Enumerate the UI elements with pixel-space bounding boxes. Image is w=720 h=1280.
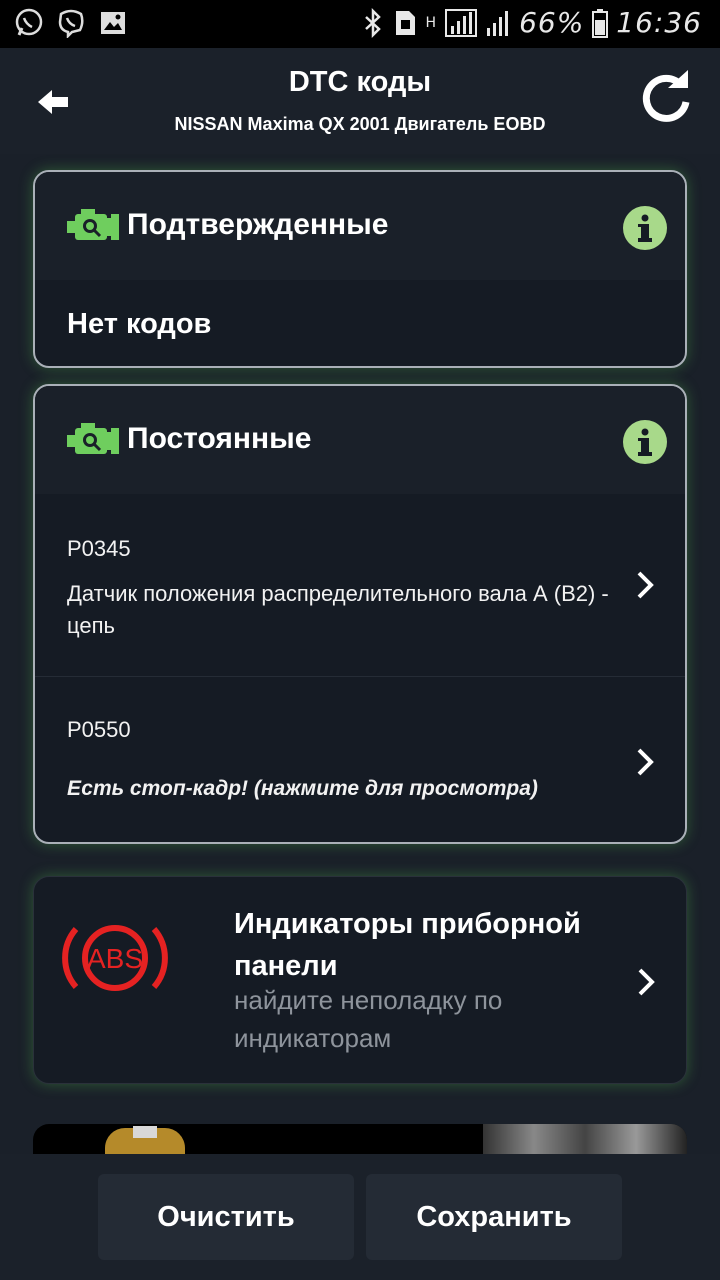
- network-type: H: [425, 14, 438, 31]
- card-header: Подтвержденные: [35, 172, 685, 280]
- chevron-right-icon: [637, 571, 654, 599]
- abs-warning-icon: ABS: [62, 925, 168, 991]
- chevron-right-icon: [638, 968, 655, 996]
- empty-state-text: Нет кодов: [67, 308, 212, 340]
- whatsapp-icon: [15, 8, 43, 36]
- viber-icon: [58, 9, 84, 38]
- app-bar: DTC коды NISSAN Maxima QX 2001 Двигатель…: [0, 48, 720, 154]
- dtc-code: P0345: [67, 536, 131, 561]
- sim-icon: [395, 10, 415, 35]
- card-subtitle: найдите неполадку по индикаторам: [234, 985, 503, 1053]
- banner-part: [483, 1124, 687, 1154]
- dtc-description: Датчик положения распределительного вала…: [67, 581, 609, 638]
- confirmed-codes-card: Подтвержденные Нет кодов: [33, 170, 687, 368]
- bluetooth-icon: [364, 7, 381, 38]
- info-icon[interactable]: [623, 206, 667, 250]
- chevron-right-icon: [637, 748, 654, 776]
- dtc-row[interactable]: P0345 Датчик положения распределительног…: [35, 494, 685, 676]
- freeze-frame-note: Есть стоп-кадр! (нажмите для просмотра): [67, 777, 538, 800]
- card-header: Постоянные: [35, 386, 685, 494]
- status-bar: H 66% 16:36: [0, 0, 720, 48]
- check-engine-icon: [67, 423, 119, 454]
- card-title: Индикаторы приборной панели: [234, 908, 581, 982]
- dtc-row[interactable]: P0550 Есть стоп-кадр! (нажмите для просм…: [35, 677, 685, 842]
- banner-part: [133, 1126, 157, 1138]
- page-title: DTC коды: [288, 66, 432, 98]
- signal-2-icon: [487, 10, 509, 36]
- abs-label: ABS: [87, 943, 143, 974]
- vehicle-subtitle: NISSAN Maxima QX 2001 Двигатель EOBD: [174, 114, 546, 134]
- clear-button[interactable]: Очистить: [98, 1174, 354, 1260]
- bottom-action-bar: Очистить Сохранить: [0, 1154, 720, 1280]
- banner-image[interactable]: [33, 1124, 687, 1154]
- clock: 16:36: [616, 6, 702, 39]
- check-engine-icon: [67, 209, 119, 240]
- card-title: Постоянные: [127, 422, 312, 455]
- card-title: Подтвержденные: [127, 208, 389, 241]
- refresh-icon[interactable]: [638, 70, 694, 126]
- dtc-code: P0550: [67, 717, 131, 742]
- gallery-icon: [101, 12, 125, 34]
- permanent-codes-card: Постоянные P0345 Датчик положения распре…: [33, 384, 687, 844]
- info-icon[interactable]: [623, 420, 667, 464]
- dashboard-indicators-card[interactable]: ABS Индикаторы приборной панели найдите …: [33, 876, 687, 1084]
- save-button[interactable]: Сохранить: [366, 1174, 622, 1260]
- signal-icon: [445, 8, 478, 37]
- battery-icon: [592, 8, 609, 38]
- battery-percent: 66%: [519, 6, 585, 39]
